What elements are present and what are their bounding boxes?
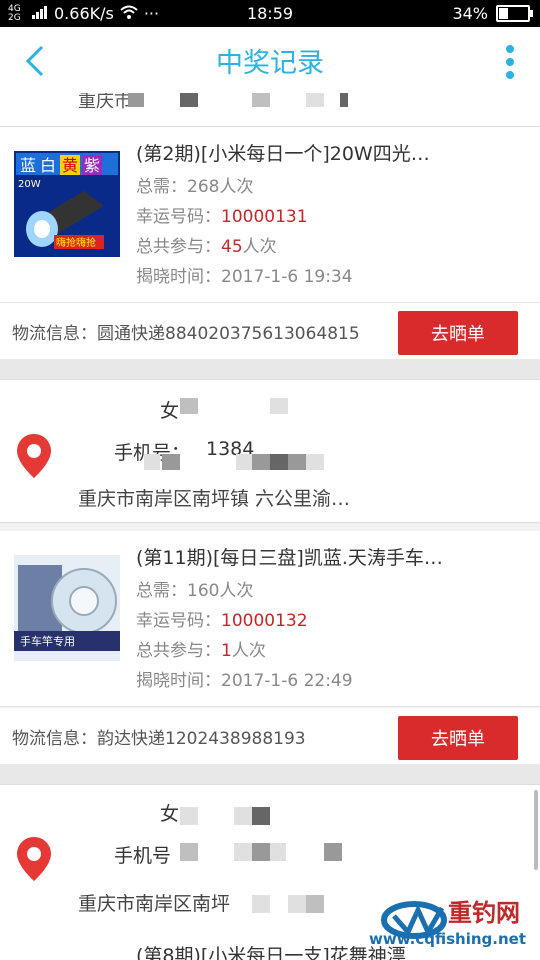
redaction xyxy=(324,843,342,861)
status-bar: 4G 2G 0.66K/s ··· 18:59 34% xyxy=(0,0,540,27)
prize-name: (第8期)[小米每日一支]花舞神漂 xyxy=(136,945,406,960)
phone-label: 手机号 xyxy=(114,845,172,867)
lucky-number: 10000132 xyxy=(221,611,308,631)
battery-percent: 34% xyxy=(452,4,488,23)
prize-item[interactable]: 手车竿专用 (第11期)[每日三盘]凯蓝.天涛手车… 总需：160人次 幸运号码… xyxy=(0,531,540,707)
app-header: 中奖记录 xyxy=(0,27,540,93)
redaction xyxy=(306,93,324,107)
redaction xyxy=(270,454,288,470)
divider xyxy=(0,359,540,379)
redaction xyxy=(180,398,198,414)
join-count: 45 xyxy=(221,237,243,257)
recipient-name: 女 xyxy=(160,400,180,422)
thumb-text: 蓝 xyxy=(20,156,36,175)
need-label: 总需： xyxy=(136,177,187,197)
more-vertical-icon xyxy=(506,45,514,79)
scrollbar[interactable] xyxy=(534,790,538,870)
redaction xyxy=(270,398,288,414)
redaction xyxy=(144,454,160,470)
redaction xyxy=(180,93,198,107)
address-text: 重庆市南岸区南坪 xyxy=(78,893,231,915)
thumb-text: 白 xyxy=(40,156,56,175)
logistics-row: 物流信息：圆通快递884020375613064815 去晒单 xyxy=(0,303,540,359)
redaction xyxy=(288,895,306,913)
redaction xyxy=(128,93,144,107)
lucky-number: 10000131 xyxy=(221,207,308,227)
join-count: 1 xyxy=(221,641,232,661)
thumb-text: 20W xyxy=(18,179,41,190)
thumb-text: 黄 xyxy=(62,156,78,175)
prize-name[interactable]: (第11期)[每日三盘]凯蓝.天涛手车… xyxy=(136,543,530,570)
logistics-info: 物流信息：韵达快递1202438988193 xyxy=(12,729,306,749)
redaction xyxy=(252,807,270,825)
lucky-label: 幸运号码： xyxy=(136,207,221,227)
prize-name[interactable]: (第2期)[小米每日一个]20W四光… xyxy=(136,139,530,166)
watermark-url: www.cqfishing.net xyxy=(369,930,526,948)
join-label: 总共参与： xyxy=(136,237,221,257)
redaction xyxy=(340,93,348,107)
redaction xyxy=(234,843,252,861)
divider xyxy=(0,764,540,784)
need-label: 总需： xyxy=(136,581,187,601)
prize-item[interactable]: 蓝 白 黄 紫 20W 嗨抢嗨抢 (第2期)[小米每日一个]20W四光… 总需：… xyxy=(0,127,540,303)
redaction xyxy=(236,454,252,470)
join-unit: 人次 xyxy=(231,641,266,661)
location-pin-icon xyxy=(17,837,51,881)
logistics-info: 物流信息：圆通快递884020375613064815 xyxy=(12,324,360,344)
thumb-text: 嗨抢嗨抢 xyxy=(56,236,96,249)
redaction xyxy=(252,895,270,913)
show-order-button[interactable]: 去晒单 xyxy=(398,311,518,355)
product-image: 手车竿专用 xyxy=(14,555,120,661)
thumb-text: 紫 xyxy=(84,156,100,175)
redaction xyxy=(306,895,324,913)
redaction xyxy=(162,454,180,470)
need-value: 160人次 xyxy=(187,581,254,601)
address-text: 重庆市 xyxy=(78,93,132,112)
redaction xyxy=(180,807,198,825)
need-value: 268人次 xyxy=(187,177,254,197)
lucky-label: 幸运号码： xyxy=(136,611,221,631)
time-label: 揭晓时间： xyxy=(136,671,221,691)
redaction xyxy=(180,843,198,861)
product-image: 蓝 白 黄 紫 20W 嗨抢嗨抢 xyxy=(14,151,120,257)
show-order-button[interactable]: 去晒单 xyxy=(398,716,518,760)
reveal-time: 2017-1-6 19:34 xyxy=(221,267,353,287)
logistics-row: 物流信息：韵达快递1202438988193 去晒单 xyxy=(0,708,540,764)
address-text: 重庆市南岸区南坪镇 六公里渝… xyxy=(78,488,351,510)
redaction xyxy=(270,843,286,861)
reveal-time: 2017-1-6 22:49 xyxy=(221,671,353,691)
page-title: 中奖记录 xyxy=(216,48,324,79)
time-label: 揭晓时间： xyxy=(136,267,221,287)
thumb-text: 手车竿专用 xyxy=(20,634,75,648)
redaction xyxy=(252,843,270,861)
redaction xyxy=(234,807,252,825)
redaction xyxy=(252,93,270,107)
location-pin-icon xyxy=(17,434,51,478)
join-label: 总共参与： xyxy=(136,641,221,661)
address-card-partial: 重庆市 xyxy=(0,93,540,127)
join-unit: 人次 xyxy=(242,237,277,257)
more-button[interactable] xyxy=(504,43,516,83)
address-card[interactable]: 女 手机号： 1384 重庆市南岸区南坪镇 六公里渝… xyxy=(0,379,540,523)
watermark-logo: 重钓网 www.cqfishing.net xyxy=(369,894,534,954)
records-list[interactable]: 重庆市 蓝 白 黄 紫 20W 嗨抢嗨抢 (第2期)[小米每日一个]20W四光…… xyxy=(0,93,540,960)
recipient-name: 女 xyxy=(160,803,180,825)
redaction xyxy=(306,454,324,470)
redaction xyxy=(252,454,270,470)
redaction xyxy=(288,454,306,470)
battery-icon xyxy=(496,5,533,22)
watermark-name: 重钓网 xyxy=(448,899,520,927)
